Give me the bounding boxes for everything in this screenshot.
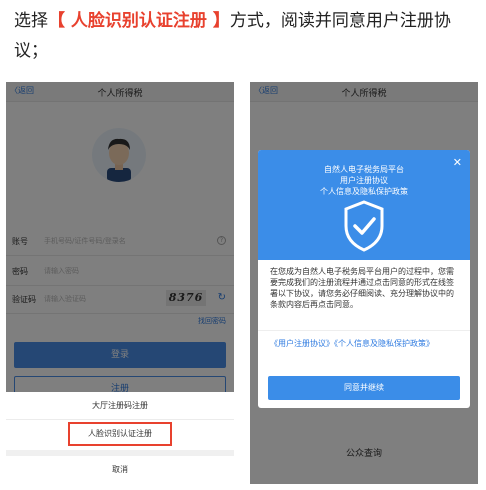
dialog-title-line-1: 自然人电子税务局平台 xyxy=(324,165,404,174)
instruction-highlight: 【 人脸识别认证注册 】 xyxy=(48,11,230,31)
cancel-option[interactable]: 取消 xyxy=(6,456,234,484)
agree-continue-button[interactable]: 同意并继续 xyxy=(268,376,460,400)
face-recognition-register-option[interactable]: 人脸识别认证注册 xyxy=(68,422,172,446)
left-phone-screen: 〈返回 个人所得税 账号 手机号码/证件号码/登录名 ? 密码 请输入密码 验证… xyxy=(6,82,234,484)
dialog-divider xyxy=(258,330,470,331)
hall-code-register-option[interactable]: 大厅注册码注册 xyxy=(6,392,234,420)
dialog-title-line-3: 个人信息及隐私保护政策 xyxy=(320,187,408,196)
shield-check-icon xyxy=(344,200,384,252)
dialog-header: 自然人电子税务局平台 用户注册协议 个人信息及隐私保护政策 ✕ xyxy=(258,150,470,260)
agreement-links[interactable]: 《用户注册协议》《个人信息及隐私保护政策》 xyxy=(270,338,462,349)
instruction-prefix: 选择 xyxy=(14,11,48,31)
dialog-title-line-2: 用户注册协议 xyxy=(340,176,388,185)
action-sheet: 大厅注册码注册 人脸识别认证注册 取消 xyxy=(6,392,234,484)
agreement-body-text: 在您成为自然人电子税务局平台用户的过程中，您需要完成我们的注册流程并通过点击同意… xyxy=(270,267,454,309)
agreement-dialog: 自然人电子税务局平台 用户注册协议 个人信息及隐私保护政策 ✕ 在您成为自然人电… xyxy=(258,150,470,408)
instruction-text: 选择【 人脸识别认证注册 】方式，阅读并同意用户注册协议； xyxy=(14,6,474,66)
right-phone-screen: 〈返回 个人所得税 公众查询 自然人电子税务局平台 用户注册协议 个人信息及隐私… xyxy=(250,82,478,484)
close-icon[interactable]: ✕ xyxy=(453,156,462,169)
